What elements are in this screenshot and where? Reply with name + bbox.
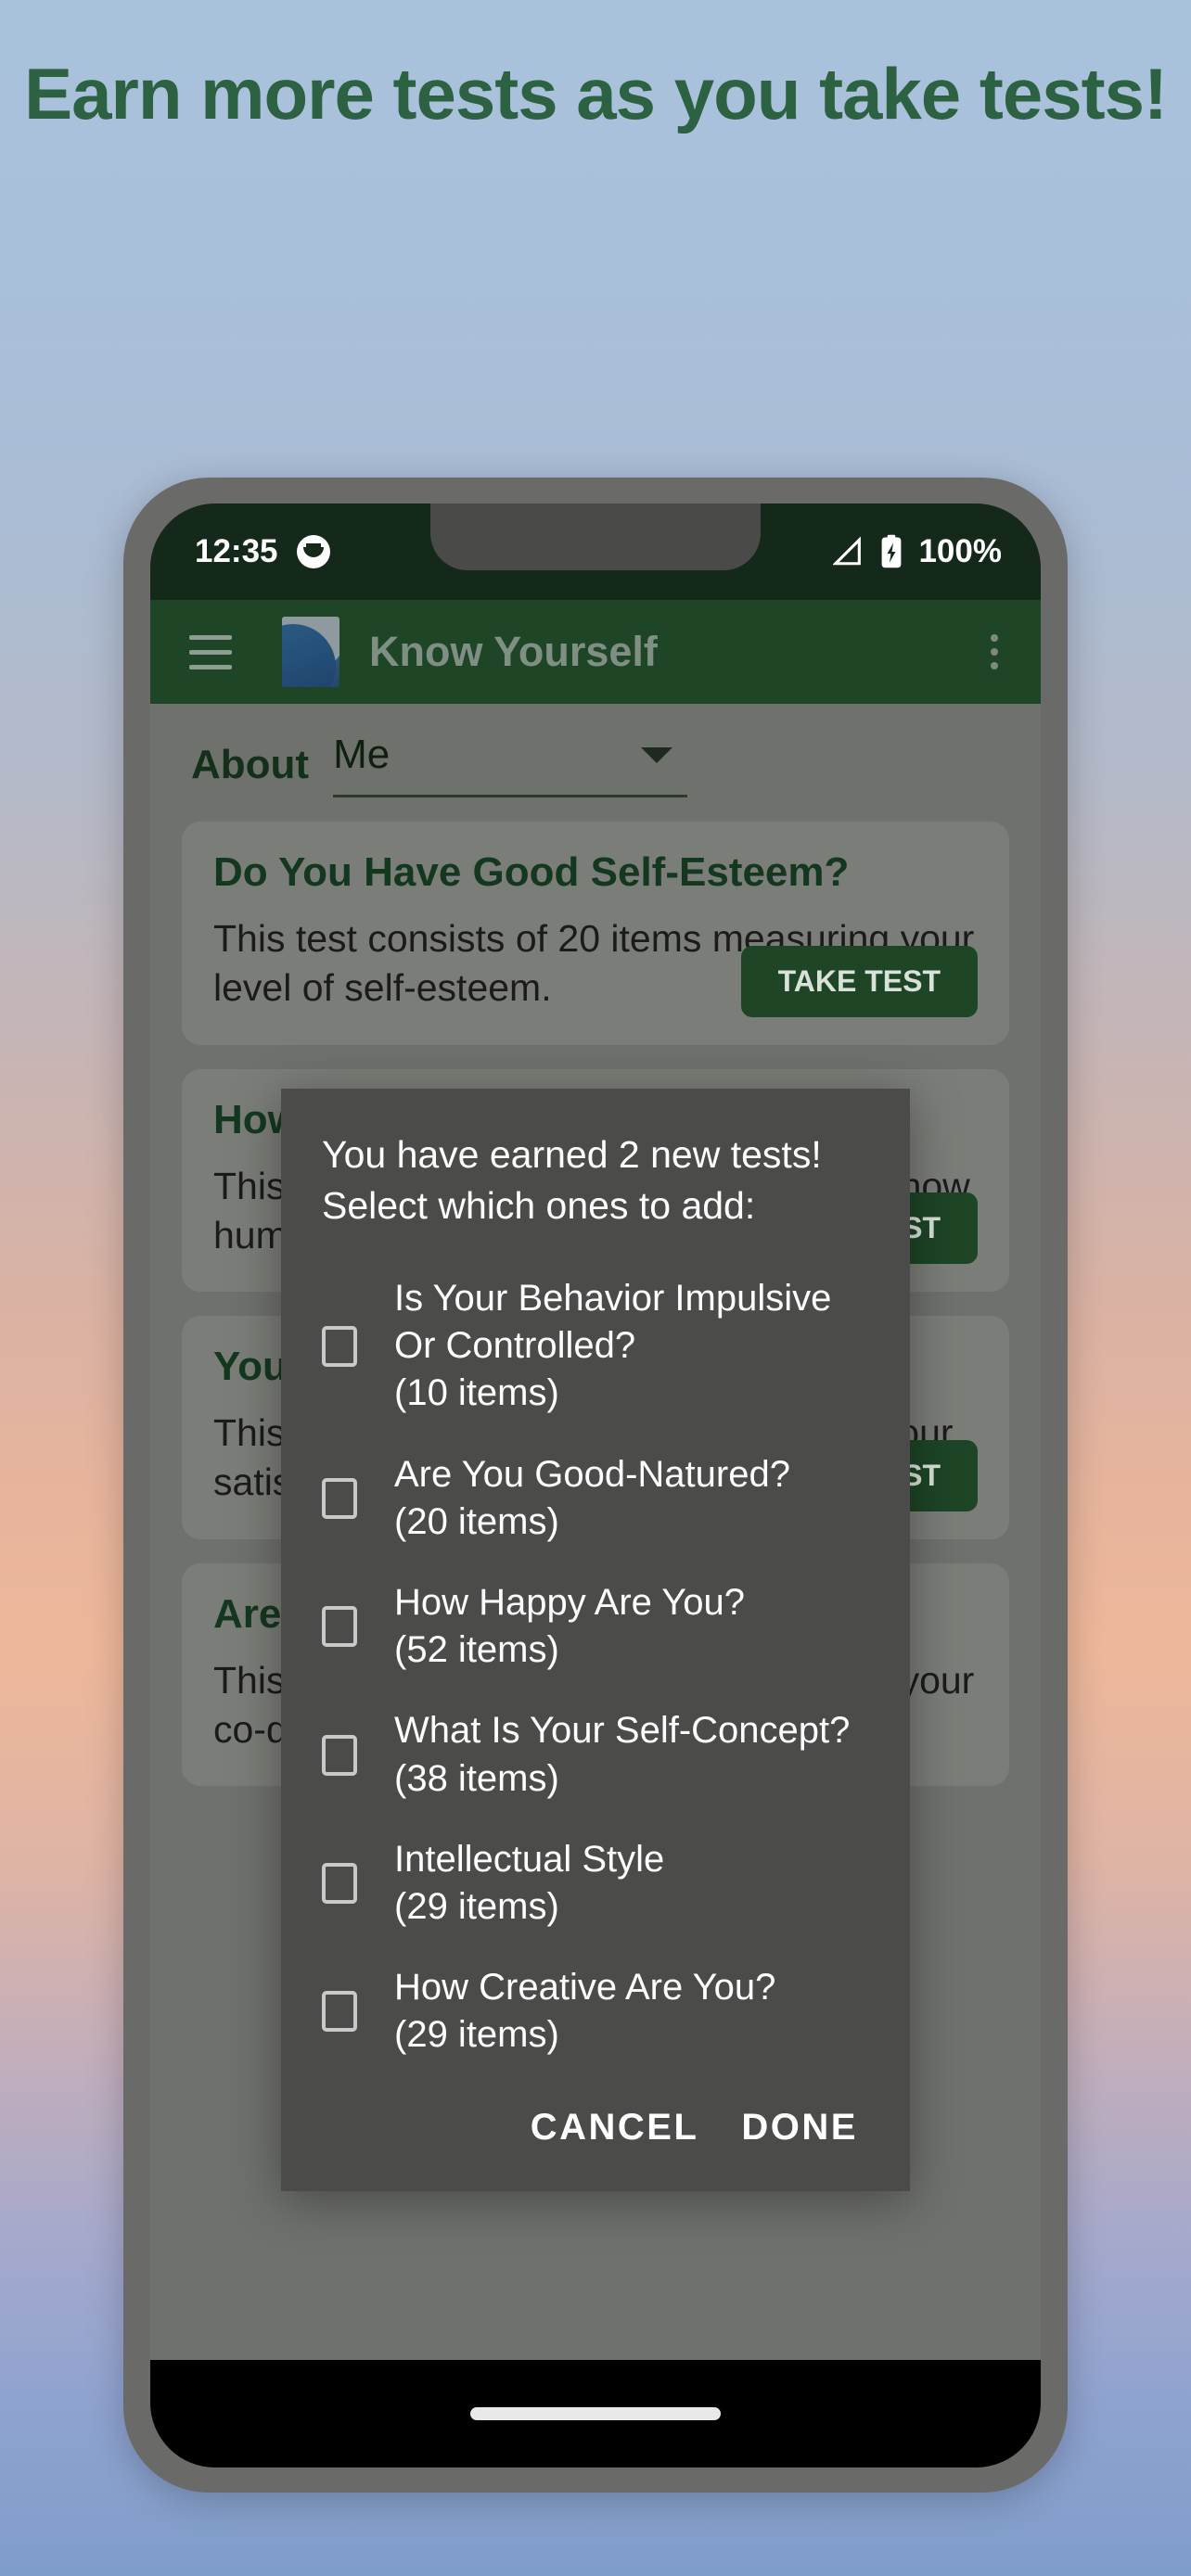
list-item-title: Intellectual Style bbox=[394, 1838, 665, 1880]
dialog-header: You have earned 2 new tests! Select whic… bbox=[281, 1129, 910, 1231]
status-bar-right: 100% bbox=[833, 533, 1002, 570]
status-bar-left: 12:35 bbox=[195, 533, 330, 570]
camera-notch bbox=[430, 504, 761, 570]
phone-screen: 12:35 100% Know Yourself About Me Do You… bbox=[150, 504, 1041, 2468]
list-item-title: How Creative Are You? bbox=[394, 1967, 776, 2009]
about-label: About bbox=[191, 741, 310, 787]
list-item-title: Is Your Behavior Impulsive Or Controlled… bbox=[394, 1278, 832, 1367]
status-bar: 12:35 100% bbox=[150, 504, 1041, 600]
list-item-count: (10 items) bbox=[394, 1372, 559, 1414]
take-test-button[interactable]: TAKE TEST bbox=[740, 945, 978, 1017]
dialog-actions: CANCEL DONE bbox=[281, 2075, 910, 2165]
list-item[interactable]: Intellectual Style (29 items) bbox=[281, 1819, 910, 1947]
status-time: 12:35 bbox=[195, 533, 278, 569]
list-item[interactable]: What Is Your Self-Concept? (38 items) bbox=[281, 1690, 910, 1818]
battery-charging-icon bbox=[882, 534, 902, 568]
promo-headline: Earn more tests as you take tests! bbox=[24, 53, 1168, 134]
checkbox-icon[interactable] bbox=[322, 1325, 357, 1367]
checkbox-icon[interactable] bbox=[322, 1991, 357, 2033]
list-item-count: (29 items) bbox=[394, 1885, 559, 1927]
about-spinner-value: Me bbox=[333, 732, 391, 777]
app-title: Know Yourself bbox=[369, 628, 658, 675]
checkbox-icon[interactable] bbox=[322, 1734, 357, 1776]
about-spinner-row: About Me bbox=[150, 704, 1041, 797]
main-content: About Me Do You Have Good Self-Esteem? T… bbox=[150, 704, 1041, 2468]
dialog-header-line1: You have earned 2 new tests! bbox=[322, 1133, 822, 1176]
face-icon bbox=[296, 535, 330, 568]
list-item-text: Is Your Behavior Impulsive Or Controlled… bbox=[394, 1275, 878, 1418]
list-item[interactable]: Are You Good-Natured? (20 items) bbox=[281, 1435, 910, 1562]
list-item-text: How Creative Are You? (29 items) bbox=[394, 1964, 775, 2059]
list-item-text: How Happy Are You? (52 items) bbox=[394, 1579, 745, 1674]
dialog-test-list: Is Your Behavior Impulsive Or Controlled… bbox=[281, 1258, 910, 2075]
overflow-menu-icon[interactable] bbox=[991, 634, 998, 670]
hamburger-menu-icon[interactable] bbox=[189, 634, 232, 670]
checkbox-icon[interactable] bbox=[322, 1862, 357, 1904]
list-item-text: Intellectual Style (29 items) bbox=[394, 1836, 664, 1931]
list-item-count: (52 items) bbox=[394, 1629, 559, 1671]
signal-triangle-icon bbox=[833, 536, 862, 566]
list-item-text: What Is Your Self-Concept? (38 items) bbox=[394, 1707, 850, 1802]
app-bar: Know Yourself bbox=[150, 600, 1041, 704]
list-item[interactable]: How Happy Are You? (52 items) bbox=[281, 1562, 910, 1690]
battery-percent: 100% bbox=[918, 533, 1002, 569]
dialog-header-line2: Select which ones to add: bbox=[322, 1183, 756, 1227]
list-item-count: (20 items) bbox=[394, 1500, 559, 1542]
done-button[interactable]: DONE bbox=[741, 2107, 858, 2149]
navigation-bar bbox=[150, 2360, 1041, 2468]
phone-frame: 12:35 100% Know Yourself About Me Do You… bbox=[123, 478, 1068, 2493]
cancel-button[interactable]: CANCEL bbox=[531, 2107, 699, 2149]
list-item[interactable]: How Creative Are You? (29 items) bbox=[281, 1947, 910, 2075]
list-item-count: (29 items) bbox=[394, 2014, 559, 2056]
list-item-title: Are You Good-Natured? bbox=[394, 1453, 790, 1495]
test-card-title: Do You Have Good Self-Esteem? bbox=[213, 849, 850, 895]
list-item-count: (38 items) bbox=[394, 1757, 559, 1799]
list-item[interactable]: Is Your Behavior Impulsive Or Controlled… bbox=[281, 1258, 910, 1435]
app-logo-icon bbox=[282, 617, 339, 687]
about-spinner[interactable]: Me bbox=[333, 732, 688, 797]
checkbox-icon[interactable] bbox=[322, 1477, 357, 1519]
test-card[interactable]: Do You Have Good Self-Esteem? This test … bbox=[182, 822, 1009, 1045]
home-indicator[interactable] bbox=[470, 2407, 721, 2420]
list-item-title: How Happy Are You? bbox=[394, 1581, 746, 1623]
list-item-text: Are You Good-Natured? (20 items) bbox=[394, 1451, 790, 1546]
checkbox-icon[interactable] bbox=[322, 1606, 357, 1648]
list-item-title: What Is Your Self-Concept? bbox=[394, 1710, 851, 1752]
chevron-down-icon bbox=[641, 746, 673, 763]
earned-tests-dialog: You have earned 2 new tests! Select whic… bbox=[281, 1089, 910, 2192]
